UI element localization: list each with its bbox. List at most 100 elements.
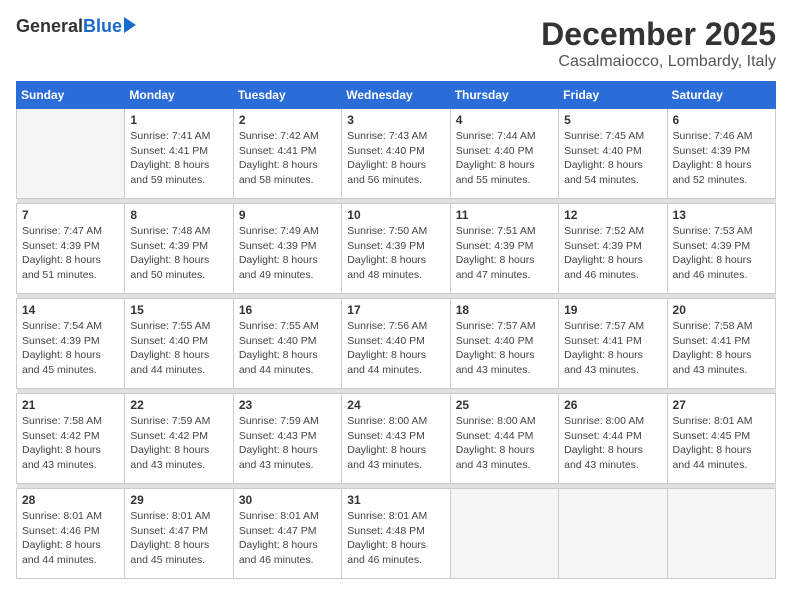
day-info: Sunrise: 7:55 AM Sunset: 4:40 PM Dayligh… bbox=[239, 319, 336, 378]
calendar-cell: 11Sunrise: 7:51 AM Sunset: 4:39 PM Dayli… bbox=[450, 204, 558, 294]
logo-general-text: General bbox=[16, 16, 83, 37]
day-info: Sunrise: 7:50 AM Sunset: 4:39 PM Dayligh… bbox=[347, 224, 444, 283]
calendar-cell bbox=[559, 489, 667, 579]
column-header-sunday: Sunday bbox=[17, 82, 125, 109]
day-info: Sunrise: 7:54 AM Sunset: 4:39 PM Dayligh… bbox=[22, 319, 119, 378]
location-text: Casalmaiocco, Lombardy, Italy bbox=[541, 53, 776, 71]
calendar-cell: 8 Sunrise: 7:48 AM Sunset: 4:39 PM Daylig… bbox=[125, 204, 233, 294]
calendar-cell: 17 Sunrise: 7:56 AM Sunset: 4:40 PM Dayli… bbox=[342, 299, 450, 389]
day-info: Sunrise: 8:00 AM Sunset: 4:44 PM Dayligh… bbox=[456, 414, 553, 473]
calendar-cell: 4 Sunrise: 7:44 AM Sunset: 4:40 PM Daylig… bbox=[450, 109, 558, 199]
day-number: 6 bbox=[673, 113, 770, 127]
day-number: 15 bbox=[130, 303, 227, 317]
calendar-cell: 2 Sunrise: 7:42 AM Sunset: 4:41 PM Daylig… bbox=[233, 109, 341, 199]
day-info: Sunrise: 7:48 AM Sunset: 4:39 PM Dayligh… bbox=[130, 224, 227, 283]
calendar-cell: 12Sunrise: 7:52 AM Sunset: 4:39 PM Dayli… bbox=[559, 204, 667, 294]
calendar-cell: 26Sunrise: 8:00 AM Sunset: 4:44 PM Dayli… bbox=[559, 394, 667, 484]
day-number: 24 bbox=[347, 398, 444, 412]
day-info: Sunrise: 7:57 AM Sunset: 4:41 PM Dayligh… bbox=[564, 319, 661, 378]
calendar-table: SundayMondayTuesdayWednesdayThursdayFrid… bbox=[16, 81, 776, 579]
day-number: 21 bbox=[22, 398, 119, 412]
day-number: 10 bbox=[347, 208, 444, 222]
calendar-cell: 24 Sunrise: 8:00 AM Sunset: 4:43 PM Dayli… bbox=[342, 394, 450, 484]
day-number: 31 bbox=[347, 493, 444, 507]
day-info: Sunrise: 7:46 AM Sunset: 4:39 PM Dayligh… bbox=[673, 129, 770, 188]
calendar-cell: 15Sunrise: 7:55 AM Sunset: 4:40 PM Dayli… bbox=[125, 299, 233, 389]
calendar-cell: 31 Sunrise: 8:01 AM Sunset: 4:48 PM Dayli… bbox=[342, 489, 450, 579]
logo-blue-text: Blue bbox=[83, 16, 122, 37]
day-info: Sunrise: 7:41 AM Sunset: 4:41 PM Dayligh… bbox=[130, 129, 227, 188]
calendar-cell: 21 Sunrise: 7:58 AM Sunset: 4:42 PM Dayli… bbox=[17, 394, 125, 484]
day-number: 30 bbox=[239, 493, 336, 507]
day-info: Sunrise: 7:53 AM Sunset: 4:39 PM Dayligh… bbox=[673, 224, 770, 283]
calendar-cell: 1 Sunrise: 7:41 AM Sunset: 4:41 PM Daylig… bbox=[125, 109, 233, 199]
day-info: Sunrise: 7:44 AM Sunset: 4:40 PM Dayligh… bbox=[456, 129, 553, 188]
week-row-2: 7Sunrise: 7:47 AM Sunset: 4:39 PM Daylig… bbox=[17, 204, 776, 294]
day-info: Sunrise: 7:59 AM Sunset: 4:43 PM Dayligh… bbox=[239, 414, 336, 473]
column-header-tuesday: Tuesday bbox=[233, 82, 341, 109]
day-number: 25 bbox=[456, 398, 553, 412]
week-row-1: 1 Sunrise: 7:41 AM Sunset: 4:41 PM Daylig… bbox=[17, 109, 776, 199]
calendar-cell bbox=[17, 109, 125, 199]
day-number: 8 bbox=[130, 208, 227, 222]
day-info: Sunrise: 7:42 AM Sunset: 4:41 PM Dayligh… bbox=[239, 129, 336, 188]
page-header: General Blue December 2025 Casalmaiocco,… bbox=[16, 16, 776, 71]
calendar-cell: 10 Sunrise: 7:50 AM Sunset: 4:39 PM Dayli… bbox=[342, 204, 450, 294]
calendar-cell: 25 Sunrise: 8:00 AM Sunset: 4:44 PM Dayli… bbox=[450, 394, 558, 484]
logo-arrow-icon bbox=[124, 17, 136, 33]
day-number: 13 bbox=[673, 208, 770, 222]
title-block: December 2025 Casalmaiocco, Lombardy, It… bbox=[541, 16, 776, 71]
day-number: 9 bbox=[239, 208, 336, 222]
week-row-4: 21 Sunrise: 7:58 AM Sunset: 4:42 PM Dayli… bbox=[17, 394, 776, 484]
day-info: Sunrise: 8:01 AM Sunset: 4:47 PM Dayligh… bbox=[239, 509, 336, 568]
day-info: Sunrise: 8:01 AM Sunset: 4:48 PM Dayligh… bbox=[347, 509, 444, 568]
calendar-cell: 30 Sunrise: 8:01 AM Sunset: 4:47 PM Dayli… bbox=[233, 489, 341, 579]
column-header-friday: Friday bbox=[559, 82, 667, 109]
calendar-cell: 19Sunrise: 7:57 AM Sunset: 4:41 PM Dayli… bbox=[559, 299, 667, 389]
day-info: Sunrise: 8:01 AM Sunset: 4:47 PM Dayligh… bbox=[130, 509, 227, 568]
day-info: Sunrise: 7:58 AM Sunset: 4:41 PM Dayligh… bbox=[673, 319, 770, 378]
calendar-header-row: SundayMondayTuesdayWednesdayThursdayFrid… bbox=[17, 82, 776, 109]
day-info: Sunrise: 7:56 AM Sunset: 4:40 PM Dayligh… bbox=[347, 319, 444, 378]
day-number: 18 bbox=[456, 303, 553, 317]
day-info: Sunrise: 7:43 AM Sunset: 4:40 PM Dayligh… bbox=[347, 129, 444, 188]
calendar-cell: 9 Sunrise: 7:49 AM Sunset: 4:39 PM Daylig… bbox=[233, 204, 341, 294]
day-info: Sunrise: 8:00 AM Sunset: 4:43 PM Dayligh… bbox=[347, 414, 444, 473]
column-header-saturday: Saturday bbox=[667, 82, 775, 109]
day-info: Sunrise: 8:01 AM Sunset: 4:45 PM Dayligh… bbox=[673, 414, 770, 473]
calendar-cell: 16 Sunrise: 7:55 AM Sunset: 4:40 PM Dayli… bbox=[233, 299, 341, 389]
day-number: 1 bbox=[130, 113, 227, 127]
day-number: 2 bbox=[239, 113, 336, 127]
day-number: 22 bbox=[130, 398, 227, 412]
day-info: Sunrise: 7:47 AM Sunset: 4:39 PM Dayligh… bbox=[22, 224, 119, 283]
calendar-cell: 27Sunrise: 8:01 AM Sunset: 4:45 PM Dayli… bbox=[667, 394, 775, 484]
calendar-cell: 14Sunrise: 7:54 AM Sunset: 4:39 PM Dayli… bbox=[17, 299, 125, 389]
day-number: 3 bbox=[347, 113, 444, 127]
calendar-cell: 22 Sunrise: 7:59 AM Sunset: 4:42 PM Dayli… bbox=[125, 394, 233, 484]
week-row-5: 28Sunrise: 8:01 AM Sunset: 4:46 PM Dayli… bbox=[17, 489, 776, 579]
day-number: 29 bbox=[130, 493, 227, 507]
month-title: December 2025 bbox=[541, 16, 776, 53]
day-number: 4 bbox=[456, 113, 553, 127]
day-info: Sunrise: 8:00 AM Sunset: 4:44 PM Dayligh… bbox=[564, 414, 661, 473]
column-header-wednesday: Wednesday bbox=[342, 82, 450, 109]
day-info: Sunrise: 7:49 AM Sunset: 4:39 PM Dayligh… bbox=[239, 224, 336, 283]
calendar-cell: 3 Sunrise: 7:43 AM Sunset: 4:40 PM Daylig… bbox=[342, 109, 450, 199]
day-number: 11 bbox=[456, 208, 553, 222]
calendar-cell bbox=[450, 489, 558, 579]
column-header-monday: Monday bbox=[125, 82, 233, 109]
day-number: 20 bbox=[673, 303, 770, 317]
day-number: 16 bbox=[239, 303, 336, 317]
calendar-cell: 23Sunrise: 7:59 AM Sunset: 4:43 PM Dayli… bbox=[233, 394, 341, 484]
day-info: Sunrise: 7:52 AM Sunset: 4:39 PM Dayligh… bbox=[564, 224, 661, 283]
column-header-thursday: Thursday bbox=[450, 82, 558, 109]
calendar-cell: 29 Sunrise: 8:01 AM Sunset: 4:47 PM Dayli… bbox=[125, 489, 233, 579]
logo: General Blue bbox=[16, 16, 136, 37]
week-row-3: 14Sunrise: 7:54 AM Sunset: 4:39 PM Dayli… bbox=[17, 299, 776, 389]
day-info: Sunrise: 7:59 AM Sunset: 4:42 PM Dayligh… bbox=[130, 414, 227, 473]
calendar-cell: 18Sunrise: 7:57 AM Sunset: 4:40 PM Dayli… bbox=[450, 299, 558, 389]
day-number: 5 bbox=[564, 113, 661, 127]
calendar-cell: 28Sunrise: 8:01 AM Sunset: 4:46 PM Dayli… bbox=[17, 489, 125, 579]
day-number: 17 bbox=[347, 303, 444, 317]
day-info: Sunrise: 7:58 AM Sunset: 4:42 PM Dayligh… bbox=[22, 414, 119, 473]
